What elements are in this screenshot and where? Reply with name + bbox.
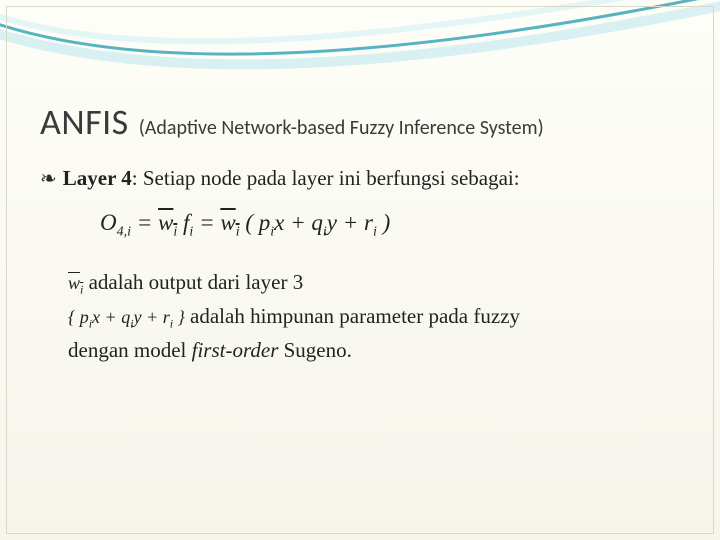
title-subtitle: (Adaptive Network-based Fuzzy Inference … bbox=[139, 116, 544, 140]
description-block: wi adalah output dari layer 3 { pix + qi… bbox=[68, 267, 680, 365]
desc-line-2: { pix + qiy + ri } adalah himpunan param… bbox=[68, 301, 680, 333]
bullet-text: Layer 4: Setiap node pada layer ini berf… bbox=[63, 166, 520, 191]
slide-title: ANFIS (Adaptive Network-based Fuzzy Infe… bbox=[40, 100, 680, 144]
bullet-layer4: ❧ Layer 4: Setiap node pada layer ini be… bbox=[40, 166, 680, 192]
math-param-set: { pix + qiy + ri } bbox=[68, 307, 185, 327]
layer-desc: : Setiap node pada layer ini berfungsi s… bbox=[132, 166, 520, 190]
desc-wi-text: adalah output dari layer 3 bbox=[83, 270, 303, 294]
first-order-italic: first-order bbox=[192, 338, 279, 362]
title-main: ANFIS bbox=[40, 100, 129, 144]
formula-main: O4,i = wi fi = wi ( pix + qiy + ri ) bbox=[100, 210, 680, 241]
layer-label: Layer 4 bbox=[63, 166, 132, 190]
math-wi-bar: wi bbox=[68, 273, 83, 293]
desc-set-text: adalah himpunan parameter pada fuzzy bbox=[185, 304, 520, 328]
bullet-icon: ❧ bbox=[40, 166, 57, 192]
desc-line-1: wi adalah output dari layer 3 bbox=[68, 267, 680, 299]
slide: ANFIS (Adaptive Network-based Fuzzy Infe… bbox=[0, 0, 720, 540]
formula-expression: O4,i = wi fi = wi ( pix + qiy + ri ) bbox=[100, 210, 390, 235]
desc-line-3: dengan model first-order Sugeno. bbox=[68, 335, 680, 365]
content-area: ANFIS (Adaptive Network-based Fuzzy Infe… bbox=[40, 100, 680, 367]
decorative-swoosh bbox=[0, 0, 720, 90]
